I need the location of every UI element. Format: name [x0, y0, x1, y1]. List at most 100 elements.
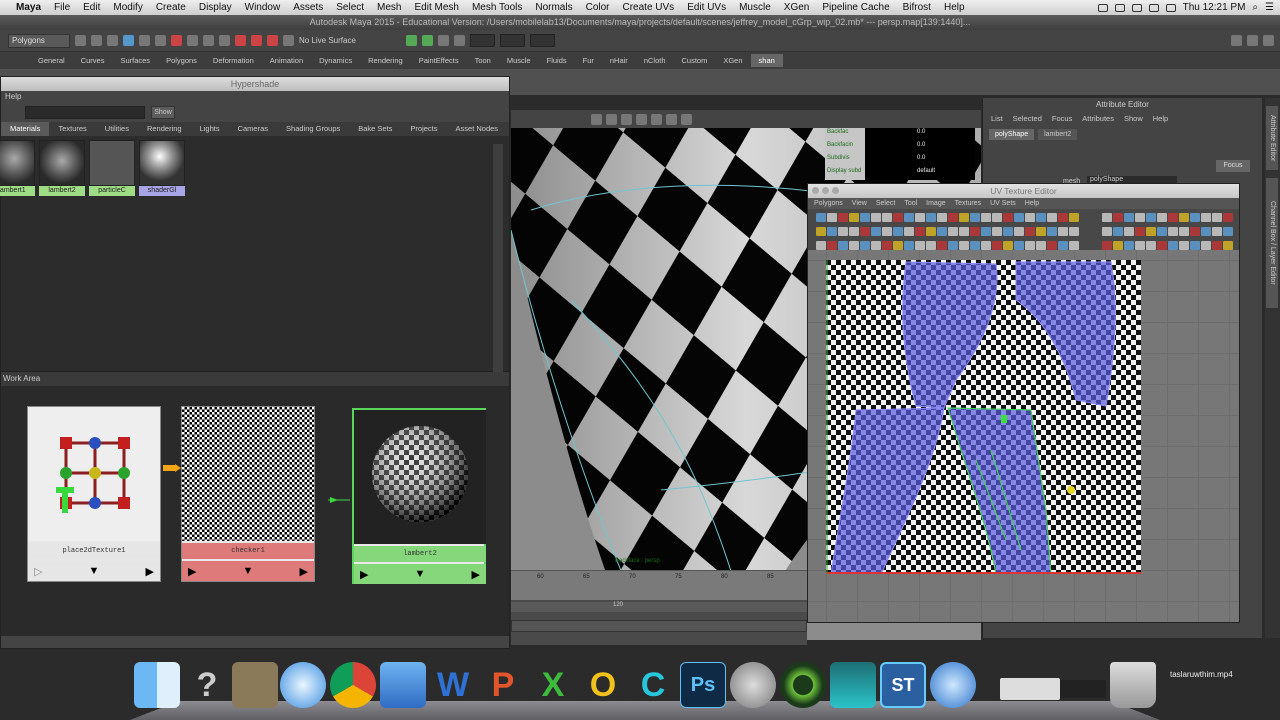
expand-port-icon[interactable]: ▼ [89, 565, 100, 577]
menu-xgen[interactable]: XGen [784, 2, 810, 13]
uv-tool-icon[interactable] [970, 213, 980, 222]
uv-tool-icon[interactable] [1179, 213, 1189, 222]
uv-tool-icon[interactable] [904, 227, 914, 236]
uv-tool-icon[interactable] [882, 241, 892, 250]
hs-tab-lights[interactable]: Lights [191, 122, 229, 136]
channel-box-toggle-icon[interactable] [1263, 35, 1274, 46]
input-port-icon[interactable]: ▶ [188, 565, 196, 578]
lights-icon[interactable] [651, 113, 662, 125]
uv-tool-icon[interactable] [1157, 213, 1167, 222]
uv-tool-icon[interactable] [992, 241, 1002, 250]
live-surface-icon[interactable] [283, 35, 294, 46]
uv-tool-icon[interactable] [981, 213, 991, 222]
dock-safari-icon[interactable] [280, 662, 326, 708]
uv-tool-icon[interactable] [816, 241, 826, 250]
node-place2dtexture[interactable]: place2dTexture1 ▷ ▼ ▶ [27, 406, 161, 582]
uv-tool-icon[interactable] [1223, 227, 1233, 236]
uv-tool-icon[interactable] [1102, 241, 1112, 250]
shelf-tab-nhair[interactable]: nHair [602, 54, 636, 67]
camera-icon[interactable] [591, 113, 602, 125]
shelf-tab-dynamics[interactable]: Dynamics [311, 54, 360, 67]
uv-menu-select[interactable]: Select [876, 198, 895, 209]
zoom-window-icon[interactable] [832, 187, 839, 194]
uv-tool-icon[interactable] [970, 227, 980, 236]
ae-menu-selected[interactable]: Selected [1013, 112, 1042, 126]
render-icon[interactable] [235, 35, 246, 46]
uv-tool-icon[interactable] [1124, 213, 1134, 222]
input-line-icon[interactable] [421, 35, 433, 46]
uv-tool-icon[interactable] [1025, 241, 1035, 250]
uv-tool-icon[interactable] [915, 241, 925, 250]
hs-tab-utilities[interactable]: Utilities [96, 122, 138, 136]
attribute-editor-toggle-icon[interactable] [1247, 35, 1258, 46]
ae-menu-show[interactable]: Show [1124, 112, 1143, 126]
bluetooth-icon[interactable] [1114, 3, 1125, 12]
uv-tool-icon[interactable] [915, 213, 925, 222]
notification-center-icon[interactable]: ☰ [1265, 2, 1274, 13]
uv-tool-icon[interactable] [1047, 241, 1057, 250]
uv-tool-icon[interactable] [948, 241, 958, 250]
uv-tool-icon[interactable] [981, 227, 991, 236]
uv-tool-icon[interactable] [959, 213, 969, 222]
side-tab-attribute-editor[interactable]: Attribute Editor [1266, 106, 1278, 170]
output-port-icon[interactable]: ▶ [300, 565, 308, 578]
menu-color[interactable]: Color [586, 2, 610, 13]
shelf-tab-custom[interactable]: Custom [674, 54, 716, 67]
output-port-icon[interactable]: ▶ [146, 565, 154, 578]
uv-tool-icon[interactable] [1179, 227, 1189, 236]
uv-tool-icon[interactable] [849, 213, 859, 222]
uv-tool-icon[interactable] [992, 227, 1002, 236]
select-object-icon[interactable] [139, 35, 150, 46]
menu-help[interactable]: Help [944, 2, 965, 13]
shelf-tab-surfaces[interactable]: Surfaces [112, 54, 158, 67]
uv-tool-icon[interactable] [1047, 227, 1057, 236]
uv-menu-help[interactable]: Help [1025, 198, 1039, 209]
menu-create[interactable]: Create [156, 2, 186, 13]
uv-menu-image[interactable]: Image [926, 198, 945, 209]
dock-word-icon[interactable]: W [430, 662, 476, 708]
menu-file[interactable]: File [54, 2, 70, 13]
uv-tool-icon[interactable] [904, 241, 914, 250]
battery-icon[interactable] [1165, 3, 1176, 12]
menu-window[interactable]: Window [245, 2, 281, 13]
uv-tool-icon[interactable] [1113, 241, 1123, 250]
dock-screen-icon[interactable] [1000, 678, 1060, 700]
ae-tab-lambert2[interactable]: lambert2 [1038, 128, 1078, 140]
uv-tool-icon[interactable] [849, 227, 859, 236]
shelf-tab-xgen[interactable]: XGen [715, 54, 750, 67]
dock-excel-icon[interactable]: X [530, 662, 576, 708]
spotlight-search-icon[interactable]: ⌕ [1252, 2, 1258, 13]
uv-tool-icon[interactable] [1212, 213, 1222, 222]
xray-icon[interactable] [681, 113, 692, 125]
uv-tool-icon[interactable] [904, 213, 914, 222]
uv-tool-icon[interactable] [926, 227, 936, 236]
dropbox-icon[interactable] [1097, 3, 1108, 12]
dock-maya-icon[interactable] [780, 662, 826, 708]
uv-tool-icon[interactable] [1212, 241, 1222, 250]
numeric-input-x[interactable] [469, 34, 495, 47]
range-slider[interactable]: 120 [511, 602, 807, 612]
uv-tool-icon[interactable] [1168, 213, 1178, 222]
dock-printer-icon[interactable] [1060, 680, 1106, 698]
uv-tool-icon[interactable] [1058, 213, 1068, 222]
uv-tool-icon[interactable] [1135, 227, 1145, 236]
uv-tool-icon[interactable] [827, 241, 837, 250]
save-scene-icon[interactable] [107, 35, 118, 46]
menu-mesh-tools[interactable]: Mesh Tools [472, 2, 522, 13]
select-component-icon[interactable] [155, 35, 166, 46]
uv-tool-icon[interactable] [882, 227, 892, 236]
hs-tab-rendering[interactable]: Rendering [138, 122, 191, 136]
uv-tool-icon[interactable] [1058, 227, 1068, 236]
node-lambert2[interactable]: lambert2 ▶ ▼ ▶ [352, 408, 486, 584]
dock-trash-icon[interactable] [1110, 662, 1156, 708]
input-port-icon[interactable]: ▷ [34, 565, 42, 578]
menubar-clock[interactable]: Thu 12:21 PM [1183, 2, 1246, 13]
menu-select[interactable]: Select [336, 2, 364, 13]
uv-tool-icon[interactable] [1223, 241, 1233, 250]
dock-quicktime-icon[interactable] [930, 662, 976, 708]
dock-help-icon[interactable]: ? [184, 662, 230, 708]
uv-tool-icon[interactable] [1025, 213, 1035, 222]
snap-grid-icon[interactable] [171, 35, 182, 46]
dock-c-icon[interactable]: C [630, 662, 676, 708]
swatch-scrollbar[interactable] [493, 144, 503, 372]
